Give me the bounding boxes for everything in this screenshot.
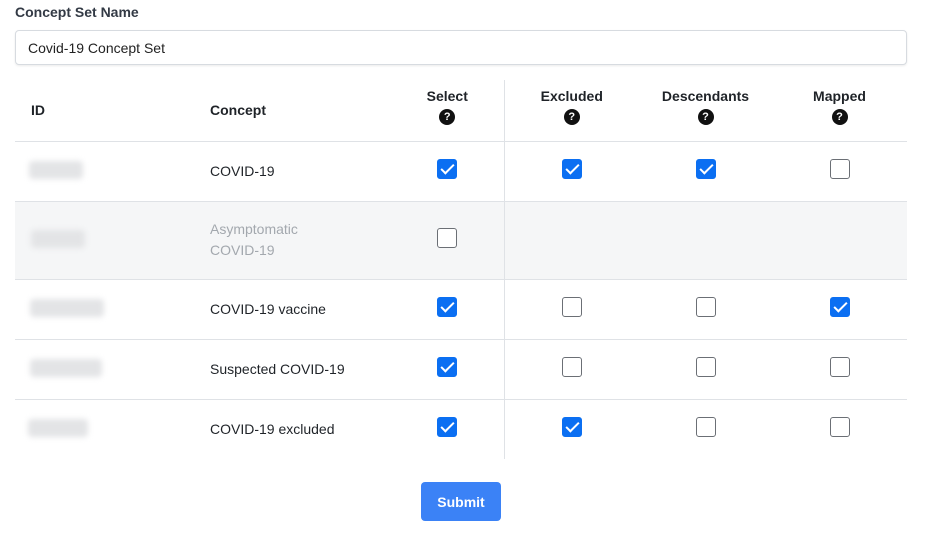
header-mapped-label: Mapped [813, 87, 866, 104]
descendants-cell [639, 201, 772, 280]
header-concept: Concept [193, 80, 391, 142]
concept-name: COVID-19 vaccine [193, 279, 391, 340]
descendants-checkbox[interactable] [695, 297, 716, 317]
descendants-checkbox[interactable] [695, 357, 716, 377]
redacted-id [31, 229, 85, 248]
mapped-checkbox[interactable] [829, 159, 850, 179]
header-descendants: Descendants ? [639, 80, 772, 142]
mapped-cell [772, 339, 907, 400]
select-cell [391, 201, 504, 280]
concept-id-cell [15, 141, 193, 202]
select-checkbox[interactable] [437, 297, 458, 317]
header-select: Select ? [391, 80, 504, 142]
select-help-icon[interactable]: ? [439, 108, 456, 125]
excluded-cell [503, 279, 639, 340]
concept-id-cell [15, 339, 193, 400]
excluded-help-icon[interactable]: ? [563, 108, 580, 125]
excluded-checkbox[interactable] [561, 159, 582, 179]
excluded-cell [503, 339, 639, 400]
table-row: COVID-19 [15, 141, 907, 202]
select-cell [391, 141, 504, 202]
header-select-label: Select [426, 87, 468, 104]
excluded-checkbox[interactable] [561, 297, 582, 317]
excluded-checkbox[interactable] [561, 417, 582, 438]
excluded-checkbox[interactable] [561, 357, 582, 377]
concept-name: COVID-19 [193, 141, 391, 202]
mapped-checkbox[interactable] [829, 417, 850, 438]
mapped-cell [772, 141, 907, 202]
concept-id-cell [15, 399, 193, 459]
redacted-id [30, 298, 104, 317]
concepts-table: ID Concept Select ? Excluded ? Descendan… [15, 80, 907, 459]
select-cell [391, 339, 504, 400]
concept-name: Asymptomatic COVID-19 [193, 201, 391, 280]
concept-set-name-input[interactable] [15, 30, 907, 65]
header-descendants-label: Descendants [661, 87, 750, 104]
excluded-cell [503, 201, 639, 280]
table-row: Asymptomatic COVID-19 [15, 201, 907, 280]
mapped-checkbox[interactable] [829, 357, 850, 377]
concept-set-name-label: Concept Set Name [15, 4, 139, 20]
descendants-checkbox[interactable] [695, 417, 716, 438]
concept-name: Suspected COVID-19 [193, 339, 391, 400]
descendants-cell [639, 339, 772, 400]
redacted-id [28, 418, 88, 437]
header-id: ID [15, 80, 193, 142]
select-checkbox[interactable] [437, 417, 458, 438]
concept-id-cell [15, 279, 193, 340]
mapped-cell [772, 399, 907, 459]
concept-name: COVID-19 excluded [210, 420, 335, 437]
mapped-checkbox[interactable] [829, 297, 850, 317]
submit-button[interactable]: Submit [421, 482, 501, 521]
redacted-id [29, 160, 83, 179]
select-checkbox[interactable] [437, 159, 458, 179]
select-cell [391, 279, 504, 340]
redacted-id [30, 358, 102, 377]
mapped-cell [772, 201, 907, 280]
table-row: COVID-19 excluded [15, 399, 907, 459]
descendants-cell [639, 141, 772, 202]
descendants-help-icon[interactable]: ? [697, 108, 714, 125]
excluded-cell [503, 399, 639, 459]
header-mapped: Mapped ? [772, 80, 907, 142]
descendants-cell [639, 279, 772, 340]
descendants-cell [639, 399, 772, 459]
table-row: Suspected COVID-19 [15, 339, 907, 400]
select-checkbox[interactable] [437, 357, 458, 377]
table-header-row: ID Concept Select ? Excluded ? Descendan… [15, 80, 907, 142]
mapped-help-icon[interactable]: ? [831, 108, 848, 125]
mapped-cell [772, 279, 907, 340]
concept-id-cell [15, 201, 193, 280]
header-excluded: Excluded ? [503, 80, 639, 142]
table-row: COVID-19 vaccine [15, 279, 907, 340]
select-cell [391, 399, 504, 459]
excluded-cell [503, 141, 639, 202]
header-excluded-label: Excluded [540, 87, 603, 104]
descendants-checkbox[interactable] [695, 159, 716, 179]
select-checkbox[interactable] [437, 228, 458, 248]
